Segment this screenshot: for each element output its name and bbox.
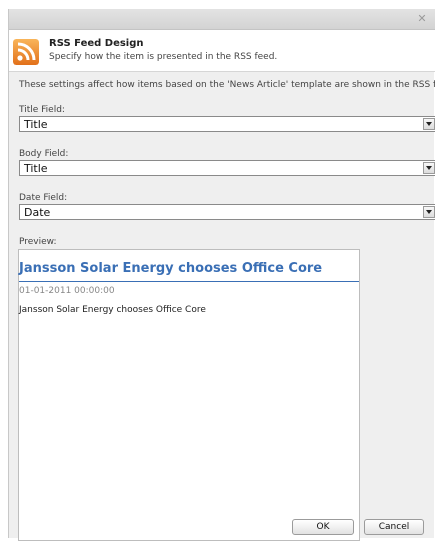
preview-body: Jansson Solar Energy chooses Office Core <box>19 305 206 315</box>
date-field-select[interactable]: Date <box>19 204 435 220</box>
dialog-subtitle: Specify how the item is presented in the… <box>49 52 278 62</box>
ok-button[interactable]: OK <box>292 519 354 535</box>
date-field-value: Date <box>24 206 51 219</box>
title-field-select[interactable]: Title <box>19 116 435 132</box>
preview-panel: Jansson Solar Energy chooses Office Core… <box>18 249 360 541</box>
chevron-down-icon[interactable] <box>423 206 435 218</box>
date-field-label: Date Field: <box>19 193 68 203</box>
preview-label: Preview: <box>19 237 57 247</box>
close-icon[interactable]: ✕ <box>415 12 429 26</box>
chevron-down-icon[interactable] <box>423 162 435 174</box>
rss-feed-icon <box>13 39 39 65</box>
cancel-button[interactable]: Cancel <box>364 519 424 535</box>
dialog-titlebar: ✕ <box>9 9 435 30</box>
intro-text: These settings affect how items based on… <box>19 80 435 90</box>
dialog-title: RSS Feed Design <box>49 38 144 49</box>
body-field-select[interactable]: Title <box>19 160 435 176</box>
title-field-label: Title Field: <box>19 105 65 115</box>
chevron-down-icon[interactable] <box>423 118 435 130</box>
rss-feed-design-dialog: ✕ RSS Feed Design Specify how the item i… <box>8 9 435 541</box>
preview-title: Jansson Solar Energy chooses Office Core <box>19 261 359 282</box>
preview-date: 01-01-2011 00:00:00 <box>19 286 115 296</box>
body-field-value: Title <box>24 162 48 175</box>
title-field-value: Title <box>24 118 48 131</box>
body-field-label: Body Field: <box>19 149 69 159</box>
dialog-header: RSS Feed Design Specify how the item is … <box>9 30 435 72</box>
